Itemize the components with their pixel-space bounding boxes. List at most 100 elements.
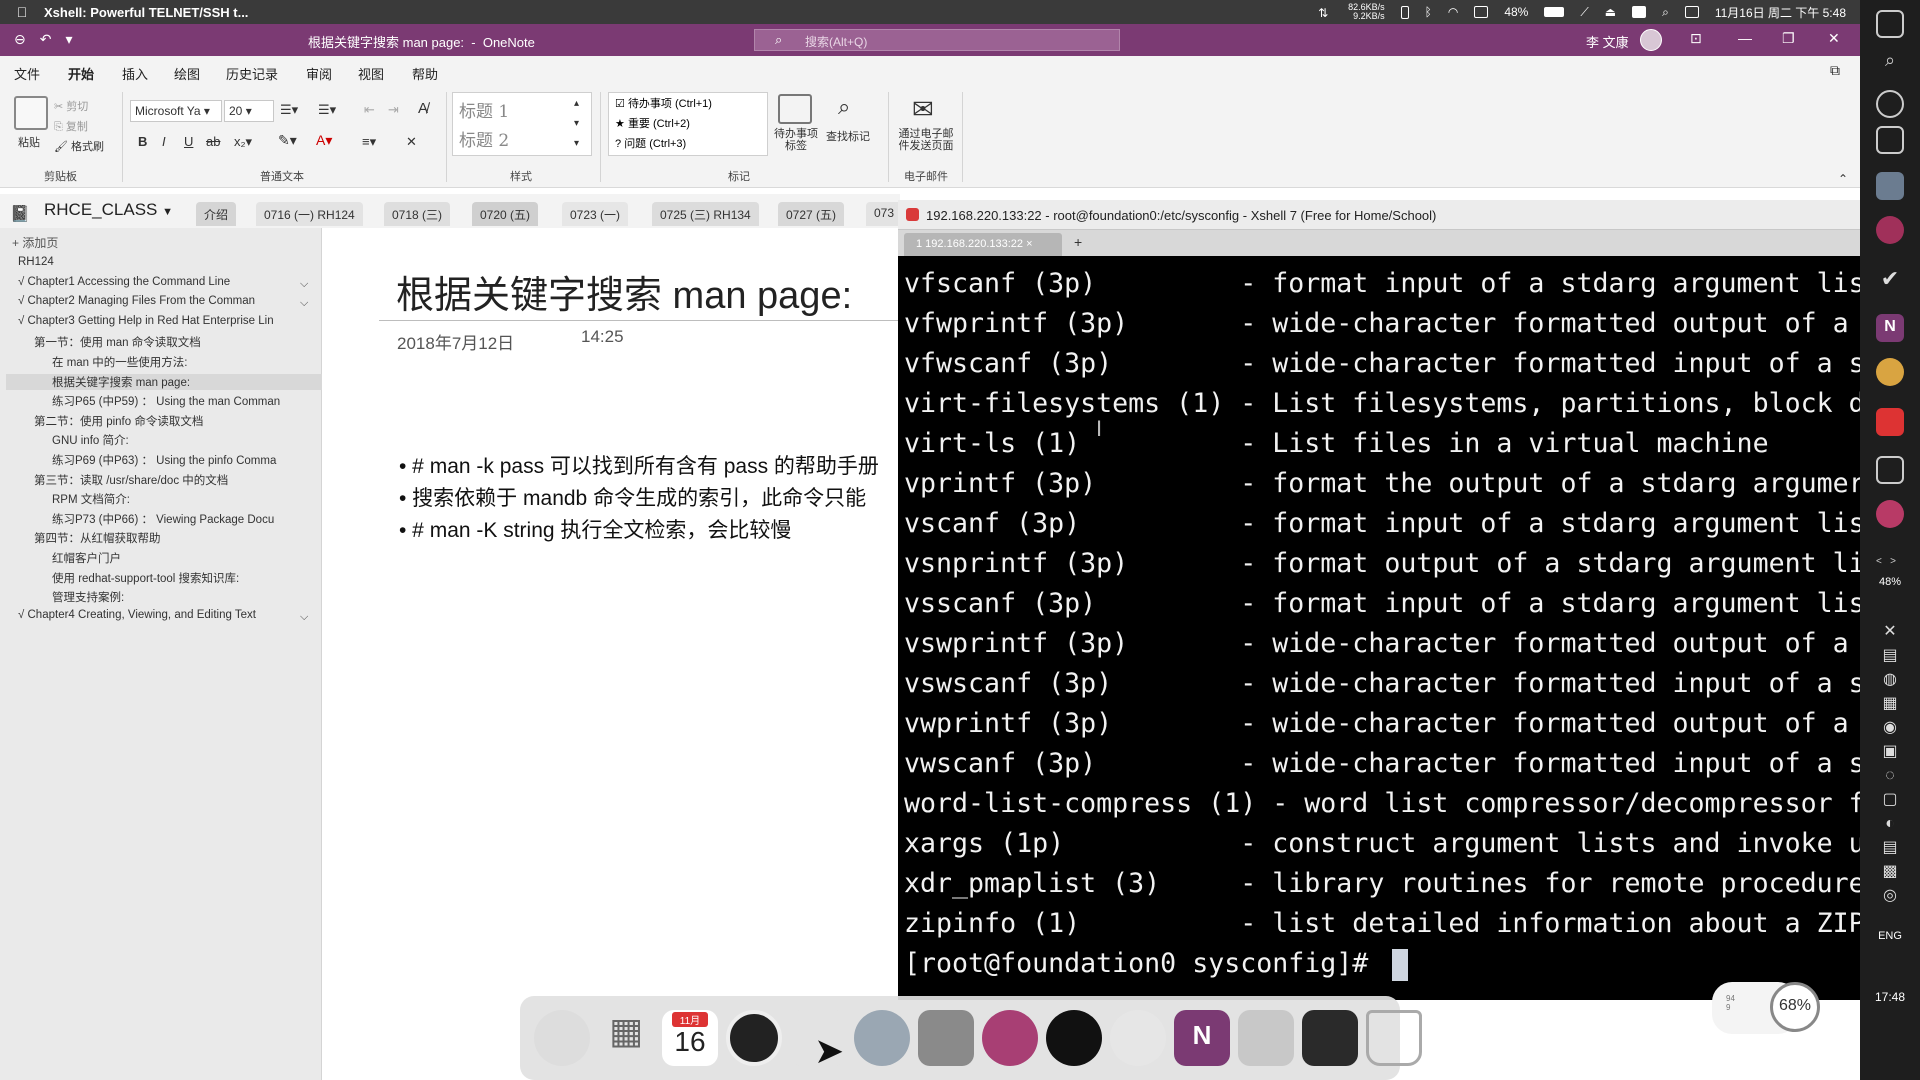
- section-tab[interactable]: 073: [866, 202, 903, 226]
- xshell-titlebar[interactable]: 192.168.220.133:22 - root@foundation0:/e…: [898, 200, 1860, 230]
- sidebar-page-item[interactable]: 第三节：读取 /usr/share/doc 中的文档: [34, 472, 290, 488]
- control-center-icon[interactable]: [1684, 6, 1699, 18]
- sidebar-page-item[interactable]: √ Chapter2 Managing Files From the Comma…: [18, 295, 290, 307]
- system-clock[interactable]: 17:48: [1860, 990, 1920, 1004]
- find-tags-icon[interactable]: ⌕: [838, 94, 850, 120]
- chevron-down-icon[interactable]: ⌵: [300, 278, 308, 291]
- bullets-icon[interactable]: ☰▾: [280, 102, 298, 118]
- onenote-icon[interactable]: N: [1876, 314, 1904, 342]
- window-manager-icon[interactable]: [918, 1010, 974, 1066]
- subscript-icon[interactable]: x₂▾: [234, 134, 252, 150]
- session-tab[interactable]: 1 192.168.220.133:22 ×: [904, 233, 1062, 256]
- todo-tag-icon[interactable]: [778, 94, 812, 124]
- close-icon[interactable]: ✕: [1828, 30, 1840, 47]
- sidebar-page-item[interactable]: √ Chapter4 Creating, Viewing, and Editin…: [18, 609, 290, 621]
- collapse-ribbon-icon[interactable]: ⌃: [1838, 172, 1848, 186]
- styles-gallery[interactable]: 标题 1 标题 2: [452, 92, 592, 156]
- eject-icon[interactable]: ⏏: [1605, 5, 1616, 19]
- trash-icon[interactable]: [1366, 1010, 1422, 1066]
- window-icon[interactable]: [1876, 456, 1904, 484]
- align-icon[interactable]: ≡▾: [362, 134, 376, 150]
- section-tab[interactable]: 0725 (三) RH134: [652, 202, 759, 226]
- language-indicator[interactable]: ENG: [1860, 930, 1920, 942]
- firefox-icon[interactable]: [982, 1010, 1038, 1066]
- active-app-name[interactable]: Xshell: Powerful TELNET/SSH t...: [44, 5, 248, 20]
- wifi-icon[interactable]: ◠: [1448, 5, 1458, 19]
- feishu-icon[interactable]: [854, 1010, 910, 1066]
- tags-gallery[interactable]: ☑ 待办事项 (Ctrl+1) ★ 重要 (Ctrl+2) ? 问题 (Ctrl…: [608, 92, 768, 156]
- sync-icon[interactable]: ⇅: [1318, 6, 1332, 20]
- input-method-icon[interactable]: [1632, 6, 1647, 18]
- launchpad-icon[interactable]: ▦: [598, 1010, 654, 1066]
- section-tab[interactable]: 0716 (一) RH124: [256, 202, 363, 226]
- obs-icon[interactable]: [1046, 1010, 1102, 1066]
- display-icon[interactable]: [1400, 5, 1409, 19]
- notebook-icon[interactable]: 📓: [10, 204, 30, 224]
- add-page-button[interactable]: + 添加页: [12, 234, 58, 251]
- section-tab[interactable]: 0720 (五): [472, 202, 539, 226]
- screen-mirror-icon[interactable]: [1474, 6, 1489, 18]
- notebook-name[interactable]: RHCE_CLASS ▼: [44, 200, 173, 220]
- sidebar-page-item[interactable]: 练习P65 (中P59) ： Using the man Comman: [52, 393, 290, 409]
- explorer-icon[interactable]: [1876, 172, 1904, 200]
- media-icon[interactable]: [1876, 500, 1904, 528]
- sidebar-page-item[interactable]: 第四节：从红帽获取帮助: [34, 530, 290, 546]
- no-signal-icon[interactable]: ⟋: [1580, 5, 1588, 20]
- paste-button[interactable]: 粘贴: [18, 134, 40, 150]
- chevron-down-icon[interactable]: ⌵: [300, 611, 308, 624]
- bluetooth-icon[interactable]: ᛒ: [1425, 5, 1432, 19]
- tag-question[interactable]: ? 问题 (Ctrl+3): [609, 133, 767, 153]
- clock-icon[interactable]: [726, 1010, 782, 1066]
- task-view-icon[interactable]: [1876, 126, 1904, 154]
- tag-important[interactable]: ★ 重要 (Ctrl+2): [609, 113, 767, 133]
- sidebar-page-item[interactable]: 管理支持案例:: [52, 589, 290, 605]
- note-bullet[interactable]: • # man -k pass 可以找到所有含有 pass 的帮助手册: [399, 450, 879, 480]
- section-tab[interactable]: 介绍: [196, 202, 237, 226]
- finder-icon[interactable]: [534, 1010, 590, 1066]
- spotlight-search-icon[interactable]: ⌕: [1662, 5, 1669, 20]
- section-tab[interactable]: 0727 (五): [778, 202, 845, 226]
- underline-icon[interactable]: U: [184, 134, 193, 149]
- menubar-datetime[interactable]: 11月16日 周二 下午 5:48: [1715, 4, 1846, 21]
- calendar-icon[interactable]: 11月 16: [662, 1010, 718, 1066]
- tab-draw[interactable]: 绘图: [174, 64, 200, 83]
- ribbon-display-icon[interactable]: ⊡: [1690, 30, 1702, 47]
- clear-format-icon[interactable]: A̸: [418, 100, 428, 117]
- search-box[interactable]: ⌕ 搜索(Alt+Q): [754, 29, 1120, 51]
- notebook-panel-icon[interactable]: ⧉: [1830, 62, 1840, 79]
- sidebar-page-item[interactable]: GNU info 简介:: [52, 432, 290, 448]
- sidebar-page-item[interactable]: 在 man 中的一些使用方法:: [52, 354, 290, 370]
- sidebar-page-item[interactable]: 红帽客户门户: [52, 550, 290, 566]
- highlight-icon[interactable]: ✎▾: [278, 132, 297, 149]
- format-painter-button[interactable]: 🖌 格式刷: [54, 138, 104, 154]
- sidebar-page-item[interactable]: 练习P73 (中P66) ： Viewing Package Docu: [52, 511, 290, 527]
- styles-scroll[interactable]: ▴ ▾ ▾: [574, 94, 579, 154]
- sidebar-page-item[interactable]: 使用 redhat-support-tool 搜索知识库:: [52, 570, 290, 586]
- minimize-icon[interactable]: —: [1738, 30, 1752, 46]
- onenote-dock-icon[interactable]: N: [1174, 1010, 1230, 1066]
- page-title[interactable]: 根据关键字搜索 man page:: [396, 264, 852, 319]
- increase-indent-icon[interactable]: ⇥: [388, 102, 399, 118]
- email-icon[interactable]: ✉: [912, 94, 934, 125]
- windows-start-icon[interactable]: [1876, 10, 1904, 38]
- user-name[interactable]: 李 文康: [1586, 32, 1629, 51]
- font-color-icon[interactable]: A▾: [316, 132, 332, 149]
- undo-icon[interactable]: ↶: [40, 31, 52, 48]
- new-tab-icon[interactable]: +: [1074, 234, 1082, 250]
- italic-icon[interactable]: I: [162, 134, 166, 149]
- cut-button[interactable]: ✂ 剪切: [54, 98, 88, 114]
- sidebar-page-item[interactable]: 练习P69 (中P63) ： Using the pinfo Comma: [52, 452, 290, 468]
- search-icon[interactable]: ⌕: [1876, 50, 1904, 78]
- tab-close-icon[interactable]: ×: [1026, 238, 1032, 250]
- sidebar-page-item[interactable]: 第二节：使用 pinfo 命令读取文档: [34, 413, 290, 429]
- font-name-select[interactable]: Microsoft Ya ▾: [130, 100, 222, 122]
- section-tab[interactable]: 0723 (一): [562, 202, 629, 226]
- tab-file[interactable]: 文件: [14, 64, 40, 83]
- terminal-dock-icon[interactable]: [1302, 1010, 1358, 1066]
- chevron-down-icon[interactable]: ⌵: [300, 297, 308, 310]
- tray-icon-group[interactable]: ✕ ▤ ◍ ▦ ◉ ▣ ◌ ▢ ◐ ▤ ▩ ◎: [1870, 620, 1910, 908]
- bold-icon[interactable]: B: [138, 134, 147, 149]
- battery-icon[interactable]: [1544, 7, 1565, 17]
- email-page-button[interactable]: 通过电子邮 件发送页面: [894, 128, 958, 152]
- tab-history[interactable]: 历史记录: [226, 64, 278, 83]
